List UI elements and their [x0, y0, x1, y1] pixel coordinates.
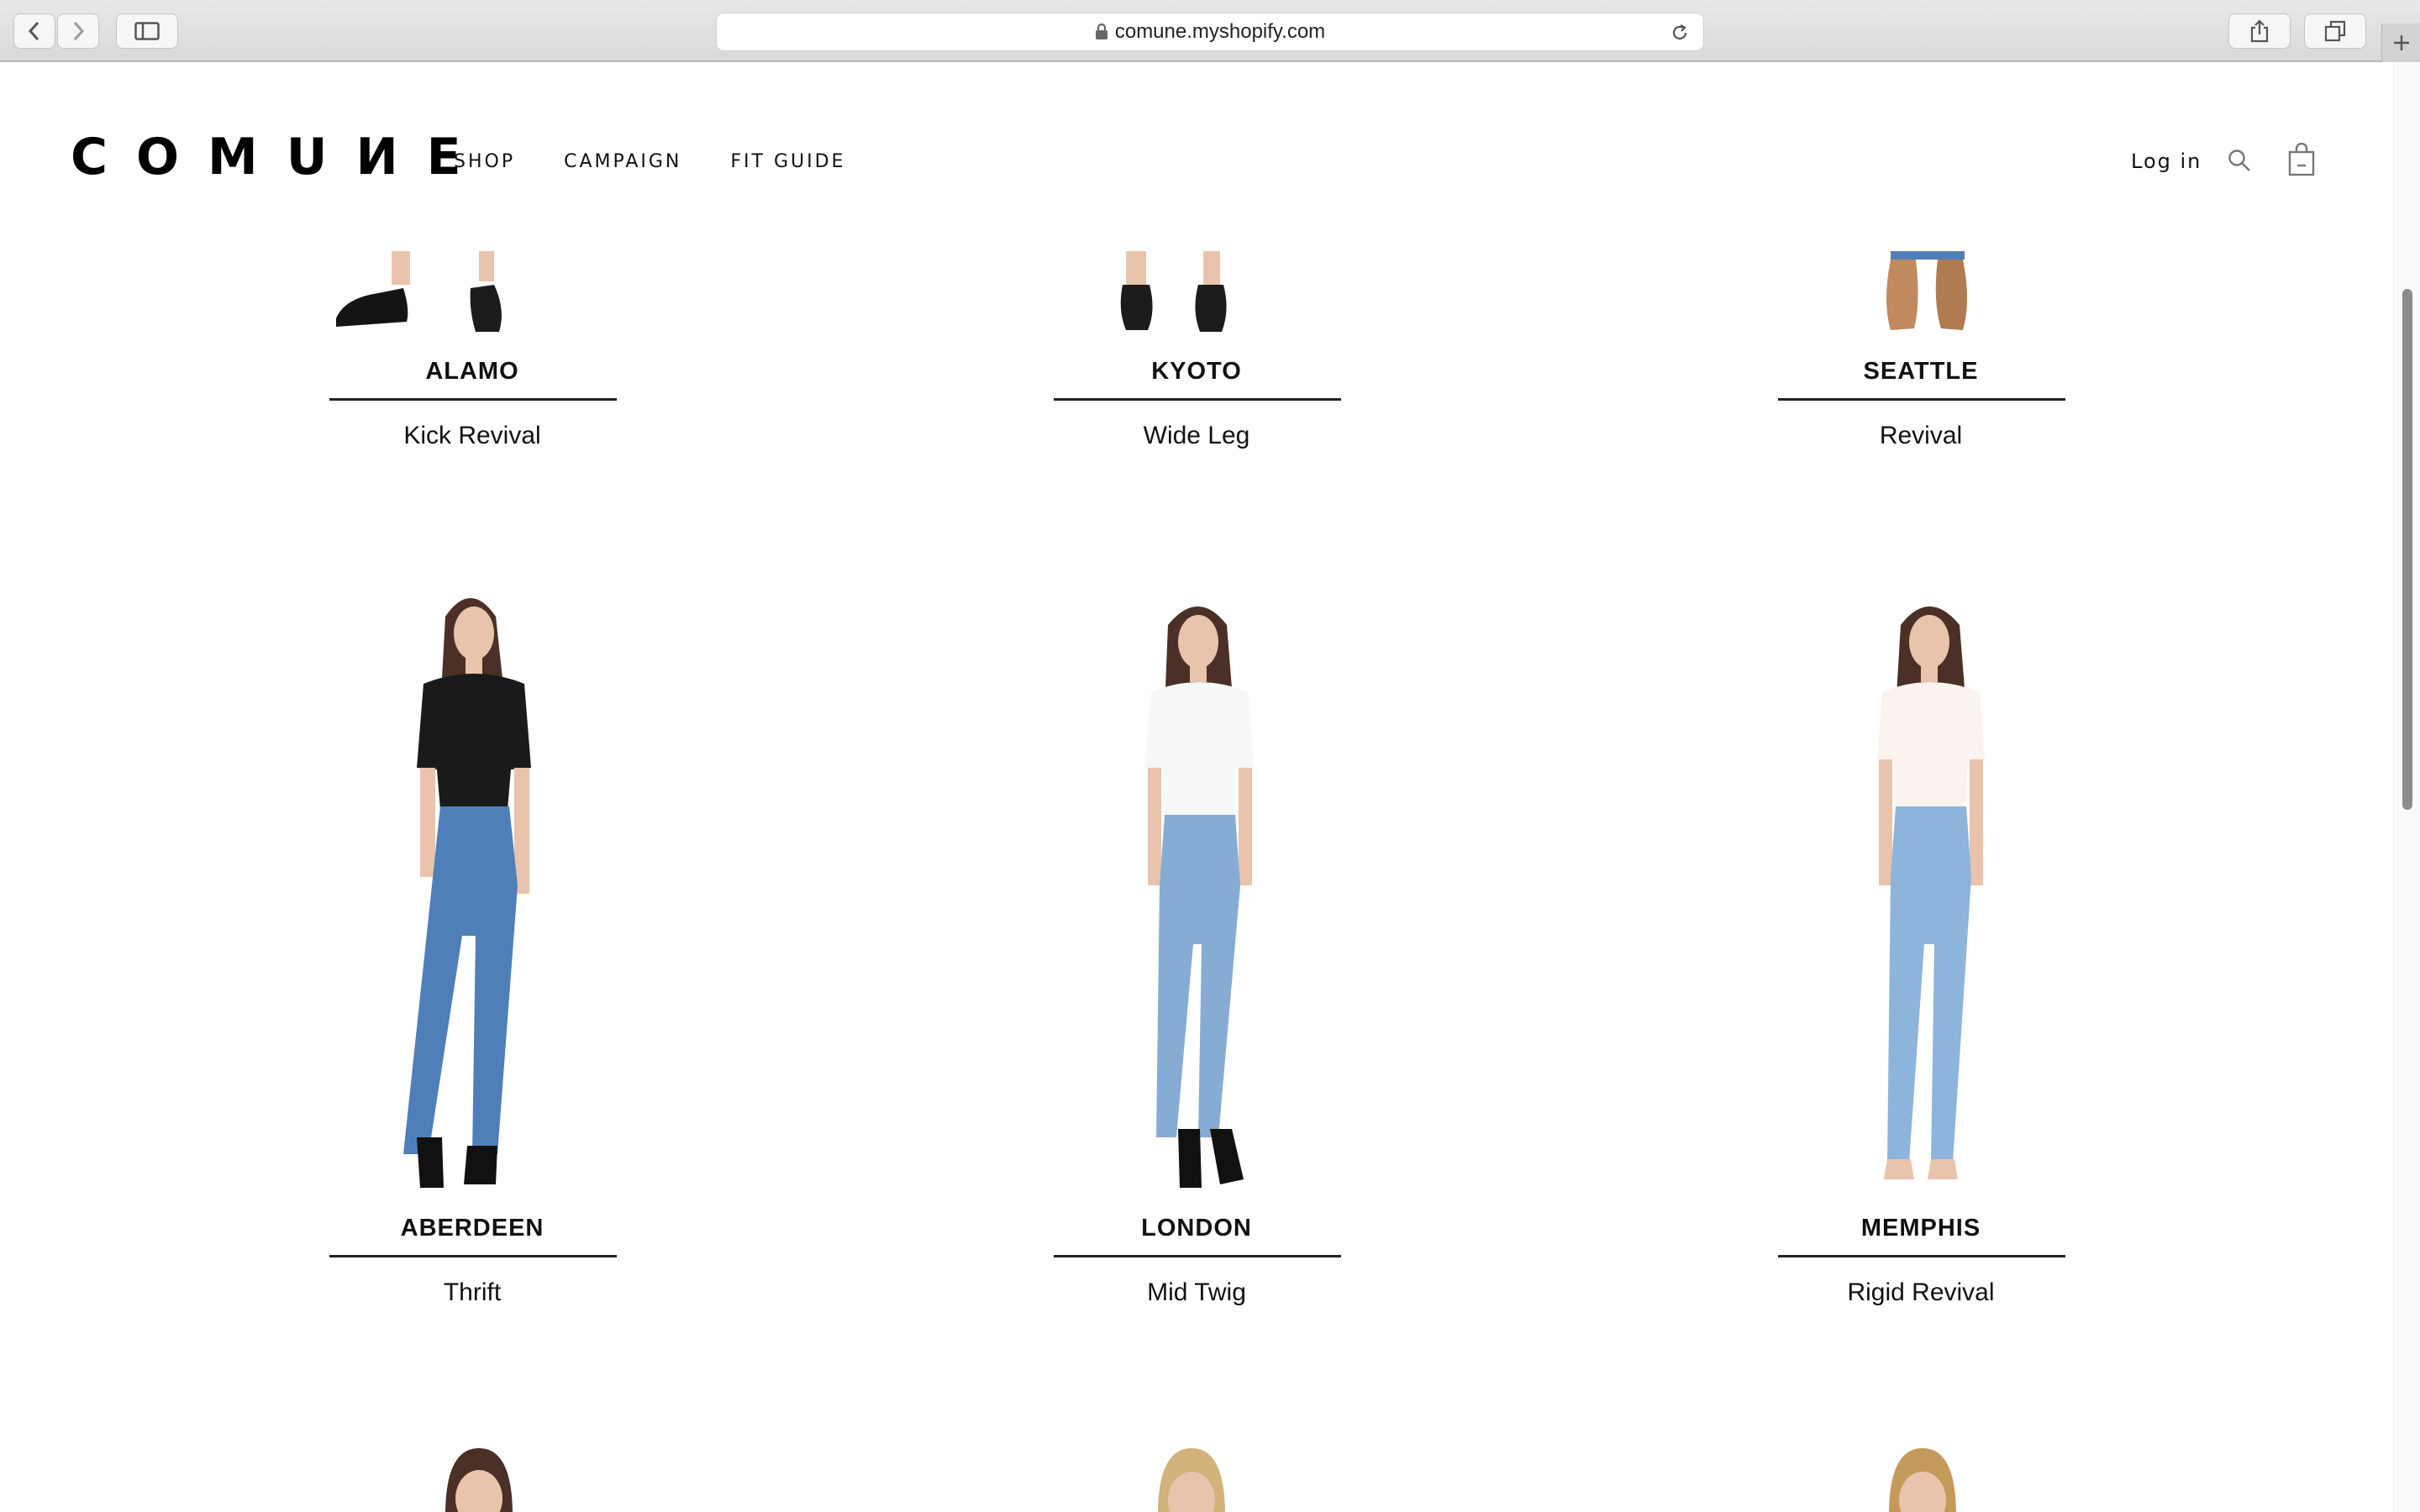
- divider: [1778, 1255, 2065, 1257]
- product-wash: Kick Revival: [403, 422, 541, 449]
- divider: [329, 1255, 617, 1257]
- url-text: comune.myshopify.com: [1114, 20, 1326, 43]
- search-icon[interactable]: [2227, 148, 2252, 177]
- address-bar[interactable]: comune.myshopify.com: [716, 13, 1704, 51]
- chevron-left-icon: [28, 21, 39, 41]
- product-image-london[interactable]: [1118, 591, 1286, 1196]
- share-button[interactable]: [2228, 13, 2291, 49]
- main-nav: SHOP CAMPAIGN FIT GUIDE: [454, 151, 894, 172]
- tabs-button[interactable]: [2304, 13, 2366, 49]
- sidebar-button[interactable]: [116, 13, 178, 49]
- login-link[interactable]: Log in: [2131, 150, 2202, 173]
- scrollbar-thumb[interactable]: [2402, 289, 2412, 810]
- product-image-row3-2[interactable]: [1150, 1448, 1234, 1512]
- product-wash: Thrift: [443, 1278, 502, 1306]
- divider: [1778, 398, 2065, 401]
- product-image-row3-3[interactable]: [1881, 1448, 1965, 1512]
- reload-icon[interactable]: [1670, 23, 1690, 47]
- share-icon: [2250, 19, 2269, 43]
- divider: [1054, 1255, 1341, 1257]
- back-button[interactable]: [13, 13, 55, 49]
- product-name[interactable]: LONDON: [944, 1215, 1449, 1242]
- site-header: COMUИE SHOP CAMPAIGN FIT GUIDE Log in: [0, 62, 2393, 222]
- product-image-kyoto[interactable]: [1109, 251, 1277, 335]
- forward-button[interactable]: [57, 13, 99, 49]
- site-logo[interactable]: COMUИE: [71, 128, 490, 186]
- product-wash: Rigid Revival: [1847, 1278, 1995, 1306]
- nav-shop[interactable]: SHOP: [454, 151, 515, 172]
- product-name[interactable]: ALAMO: [220, 358, 724, 386]
- product-name[interactable]: ABERDEEN: [220, 1215, 724, 1242]
- chevron-right-icon: [73, 21, 85, 41]
- product-image-alamo[interactable]: [319, 251, 538, 335]
- product-image-row3-1[interactable]: [437, 1448, 521, 1512]
- product-wash: Mid Twig: [1147, 1278, 1246, 1306]
- tabs-icon: [2324, 20, 2346, 42]
- lock-icon: [1095, 24, 1108, 40]
- product-wash: Revival: [1879, 422, 1963, 449]
- nav-campaign[interactable]: CAMPAIGN: [564, 151, 681, 172]
- product-name[interactable]: SEATTLE: [1669, 358, 2173, 386]
- product-wash: Wide Leg: [1143, 422, 1250, 449]
- new-tab-button[interactable]: [2381, 24, 2420, 62]
- product-image-aberdeen[interactable]: [370, 583, 588, 1188]
- web-page: COMUИE SHOP CAMPAIGN FIT GUIDE Log in AL…: [0, 62, 2393, 1512]
- product-image-seattle[interactable]: [1865, 251, 2000, 335]
- nav-fit-guide[interactable]: FIT GUIDE: [730, 151, 845, 172]
- sidebar-icon: [134, 22, 160, 40]
- product-name[interactable]: KYOTO: [944, 358, 1449, 386]
- divider: [1054, 398, 1341, 401]
- page-scrollbar[interactable]: [2393, 62, 2420, 1512]
- shopping-bag-icon[interactable]: [2287, 142, 2316, 181]
- plus-icon: [2394, 35, 2409, 50]
- product-image-memphis[interactable]: [1828, 591, 2030, 1196]
- browser-toolbar: comune.myshopify.com: [0, 0, 2420, 62]
- divider: [329, 398, 617, 401]
- product-name[interactable]: MEMPHIS: [1669, 1215, 2173, 1242]
